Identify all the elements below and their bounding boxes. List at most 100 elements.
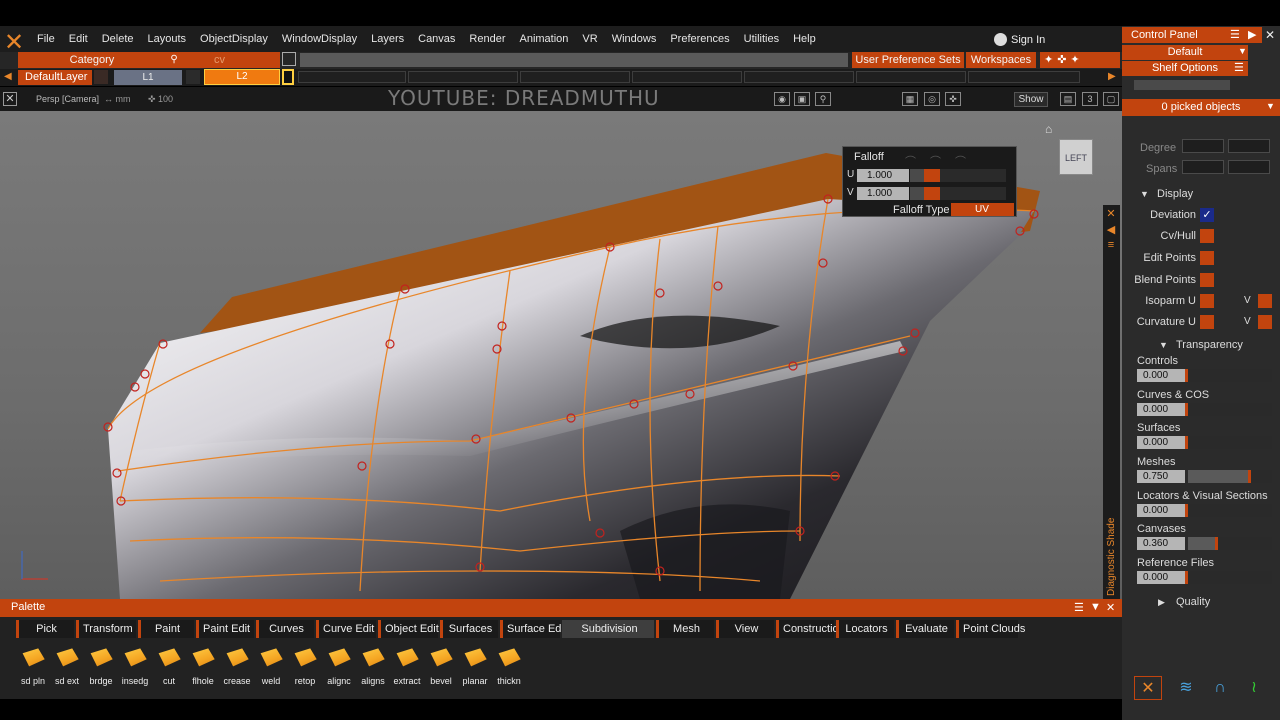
picked-dropdown-icon[interactable]: ▼	[1266, 101, 1275, 111]
menu-objectdisplay[interactable]: ObjectDisplay	[200, 33, 276, 45]
layer-slot[interactable]	[744, 71, 854, 83]
layer-slot[interactable]	[632, 71, 742, 83]
layer-slot[interactable]	[298, 71, 406, 83]
tool-retop[interactable]: retop	[288, 644, 322, 690]
transparency-surfaces-input[interactable]: 0.000	[1137, 436, 1185, 449]
maximize-icon[interactable]: ▢	[1103, 92, 1119, 106]
tool-aligns[interactable]: aligns	[356, 644, 390, 690]
transparency-section-label[interactable]: Transparency	[1176, 339, 1243, 351]
display-v-checkbox[interactable]	[1258, 294, 1272, 308]
falloff-u-slider-knob[interactable]	[910, 169, 924, 182]
display-edit-points-checkbox[interactable]	[1200, 251, 1214, 265]
tool-bevel[interactable]: bevel	[424, 644, 458, 690]
palette-tab-subdivision[interactable]: Subdivision	[562, 620, 654, 638]
video-icon[interactable]: ▣	[794, 92, 810, 106]
tool-cut[interactable]: cut	[152, 644, 186, 690]
minimize-icon[interactable]: ≋	[1172, 676, 1200, 700]
transparency-expand-icon[interactable]: ▼	[1159, 340, 1168, 350]
tool-planar[interactable]: planar	[458, 644, 492, 690]
tool-brdge[interactable]: brdge	[84, 644, 118, 690]
layer-l1[interactable]: L1	[114, 70, 182, 85]
tool-extract[interactable]: extract	[390, 644, 424, 690]
tool-sd-pln[interactable]: sd pln	[16, 644, 50, 690]
palette-close-icon[interactable]: ✕	[1106, 601, 1115, 614]
layer-l1-visibility[interactable]	[186, 70, 200, 84]
display-expand-icon[interactable]: ▼	[1140, 189, 1149, 199]
cp-arrow-icon[interactable]: ▶	[1248, 28, 1256, 41]
frame-icon[interactable]: ▦	[902, 92, 918, 106]
menu-file[interactable]: File	[37, 33, 63, 45]
menu-canvas[interactable]: Canvas	[418, 33, 463, 45]
list-icon[interactable]: ≡	[1105, 239, 1117, 251]
camera-label[interactable]: Persp [Camera]	[36, 94, 99, 104]
palette-tab-pick[interactable]: Pick	[16, 620, 74, 638]
palette-tab-mesh[interactable]: Mesh	[656, 620, 714, 638]
cp-preset-select[interactable]: Default	[1122, 45, 1248, 60]
transparency-controls-slider[interactable]	[1188, 369, 1272, 382]
cv-field[interactable]: cv	[182, 52, 280, 68]
menu-preferences[interactable]: Preferences	[670, 33, 737, 45]
sign-in[interactable]: Sign In	[994, 33, 1045, 46]
palette-tab-surfaces[interactable]: Surfaces	[440, 620, 498, 638]
menu-edit[interactable]: Edit	[69, 33, 96, 45]
palette-tab-view[interactable]: View	[716, 620, 774, 638]
layer-slot[interactable]	[856, 71, 966, 83]
zoom-icon[interactable]: ⚲	[815, 92, 831, 106]
palette-tab-locators[interactable]: Locators	[836, 620, 894, 638]
cp-close-icon[interactable]: ✕	[1262, 27, 1278, 43]
transparency-slider-handle[interactable]	[1185, 403, 1188, 416]
tool-alignc[interactable]: alignc	[322, 644, 356, 690]
layer-scroll-right-icon[interactable]: ▶	[1108, 71, 1116, 82]
degree-v-input[interactable]	[1228, 139, 1270, 153]
layer-slot[interactable]	[968, 71, 1080, 83]
shelf-options-icon[interactable]: ☰	[1234, 61, 1244, 74]
layer-slot[interactable]	[520, 71, 630, 83]
count-indicator[interactable]: 3	[1082, 92, 1098, 106]
layer-default-visibility[interactable]	[94, 70, 108, 84]
palette-menu-icon[interactable]: ☰	[1074, 601, 1084, 614]
palette-tab-curve-edit[interactable]: Curve Edit	[316, 620, 376, 638]
transparency-slider-handle[interactable]	[1185, 571, 1188, 584]
display-curvature-u-checkbox[interactable]	[1200, 315, 1214, 329]
picked-objects-select[interactable]: 0 picked objects	[1122, 99, 1280, 116]
document-icon[interactable]	[282, 52, 296, 66]
view-cube[interactable]: LEFT	[1059, 139, 1093, 175]
degree-u-input[interactable]	[1182, 139, 1224, 153]
display-v-checkbox[interactable]	[1258, 315, 1272, 329]
falloff-curve-presets[interactable]: ⌒⌒⌒	[905, 153, 1015, 168]
pick-tool-icon[interactable]: ⚲	[166, 52, 182, 68]
palette-tab-evaluate[interactable]: Evaluate	[896, 620, 954, 638]
transparency-locators-visual-sections-slider[interactable]	[1188, 504, 1272, 517]
shelf-options-button[interactable]: Shelf Options	[1122, 61, 1248, 76]
tool-sd-ext[interactable]: sd ext	[50, 644, 84, 690]
falloff-v-input[interactable]: 1.000	[857, 187, 909, 200]
menu-layers[interactable]: Layers	[371, 33, 412, 45]
falloff-u-slider[interactable]	[940, 169, 1006, 182]
falloff-type-select[interactable]: UV	[951, 203, 1014, 216]
transparency-slider-handle[interactable]	[1185, 369, 1188, 382]
camera-icon[interactable]: ◉	[774, 92, 790, 106]
tool-flhole[interactable]: flhole	[186, 644, 220, 690]
tool-thickn[interactable]: thickn	[492, 644, 526, 690]
transparency-reference-files-input[interactable]: 0.000	[1137, 571, 1185, 584]
layer-l2[interactable]: L2	[204, 69, 280, 85]
diagnostic-shade-label[interactable]: Diagnostic Shade	[1106, 518, 1117, 596]
transparency-meshes-slider[interactable]	[1188, 470, 1272, 483]
display-blend-points-checkbox[interactable]	[1200, 273, 1214, 287]
falloff-v-slider-knob[interactable]	[910, 187, 924, 200]
palette-collapse-icon[interactable]: ▼	[1090, 601, 1101, 613]
palette-tab-transform[interactable]: Transform	[76, 620, 136, 638]
layer-l2-visibility[interactable]	[282, 69, 294, 85]
menu-vr[interactable]: VR	[582, 33, 605, 45]
workspaces-button[interactable]: Workspaces	[966, 52, 1036, 68]
menu-render[interactable]: Render	[469, 33, 513, 45]
target-icon[interactable]: ◎	[924, 92, 940, 106]
transparency-slider-handle[interactable]	[1185, 436, 1188, 449]
palette-tab-object-edit[interactable]: Object Edit	[378, 620, 439, 638]
palette-tab-surface-edit[interactable]: Surface Edit	[500, 620, 567, 638]
layer-default[interactable]: DefaultLayer	[18, 70, 92, 85]
close-icon[interactable]: ✕	[1105, 208, 1117, 220]
fit-icon[interactable]: ✜	[945, 92, 961, 106]
cp-preset-dropdown-icon[interactable]: ▼	[1238, 46, 1247, 56]
palette-tab-paint-edit[interactable]: Paint Edit	[196, 620, 254, 638]
